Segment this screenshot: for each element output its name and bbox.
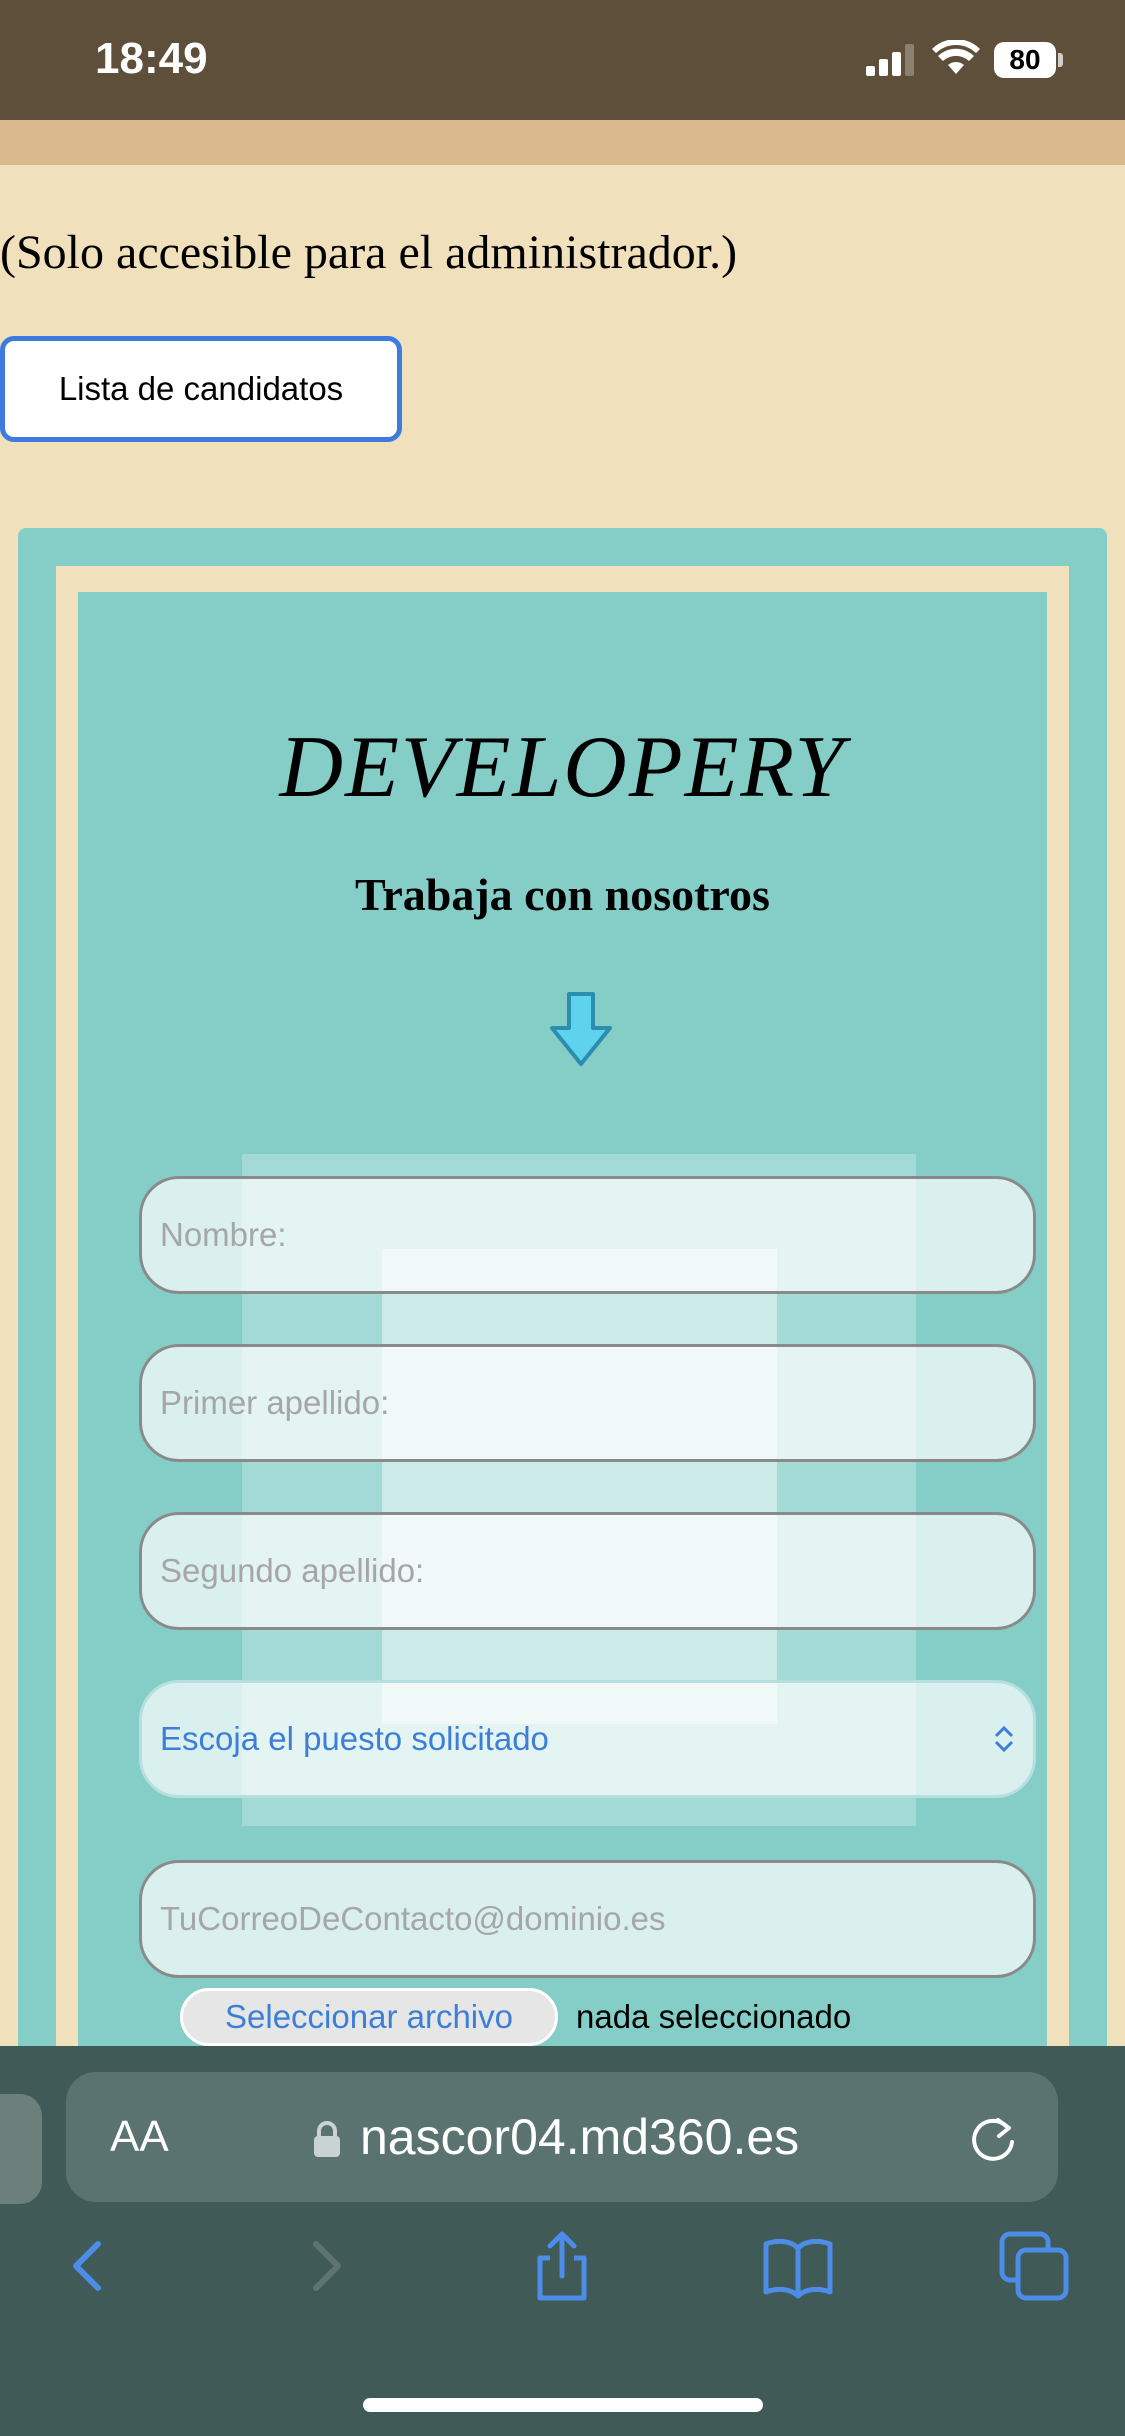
primer-apellido-input[interactable]: Primer apellido: [139,1344,1036,1462]
arrow-down-icon [550,992,612,1066]
chevron-updown-icon [994,1725,1014,1753]
candidates-list-button[interactable]: Lista de candidatos [0,336,402,442]
admin-note: (Solo accesible para el administrador.) [0,226,738,279]
previous-tab-peek[interactable] [0,2094,42,2204]
back-icon[interactable] [52,2230,124,2302]
address-bar[interactable]: AA nascor04.md360.es [66,2072,1058,2202]
form-subtitle: Trabaja con nosotros [355,869,770,920]
cellular-signal-icon [866,44,914,76]
home-indicator [363,2398,763,2412]
lock-icon [314,2121,340,2157]
email-input[interactable]: TuCorreoDeContacto@dominio.es [139,1860,1036,1978]
forward-icon[interactable] [290,2230,362,2302]
header-strip [0,120,1125,165]
file-status: nada seleccionado [576,1998,852,2035]
reader-settings-button[interactable]: AA [110,2112,169,2162]
battery-level: 80 [994,42,1056,78]
puesto-select[interactable]: Escoja el puesto solicitado [139,1680,1036,1798]
reload-icon[interactable] [966,2112,1020,2166]
puesto-select-value: Escoja el puesto solicitado [160,1720,549,1757]
file-upload: Seleccionar archivo nada seleccionado [180,1988,851,2046]
wifi-icon [932,40,980,74]
status-bar: 18:49 80 [0,0,1125,120]
url-text: nascor04.md360.es [360,2109,800,2165]
tabs-icon[interactable] [998,2230,1070,2302]
share-icon[interactable] [526,2230,598,2302]
choose-file-button[interactable]: Seleccionar archivo [180,1988,558,2046]
nombre-input[interactable]: Nombre: [139,1176,1036,1294]
battery-icon: 80 [994,42,1064,78]
bookmarks-icon[interactable] [762,2230,834,2302]
segundo-apellido-input[interactable]: Segundo apellido: [139,1512,1036,1630]
status-time: 18:49 [95,34,208,83]
browser-toolbar: AA nascor04.md360.es [0,2046,1125,2436]
brand-title: DEVELOPERY [279,719,846,816]
